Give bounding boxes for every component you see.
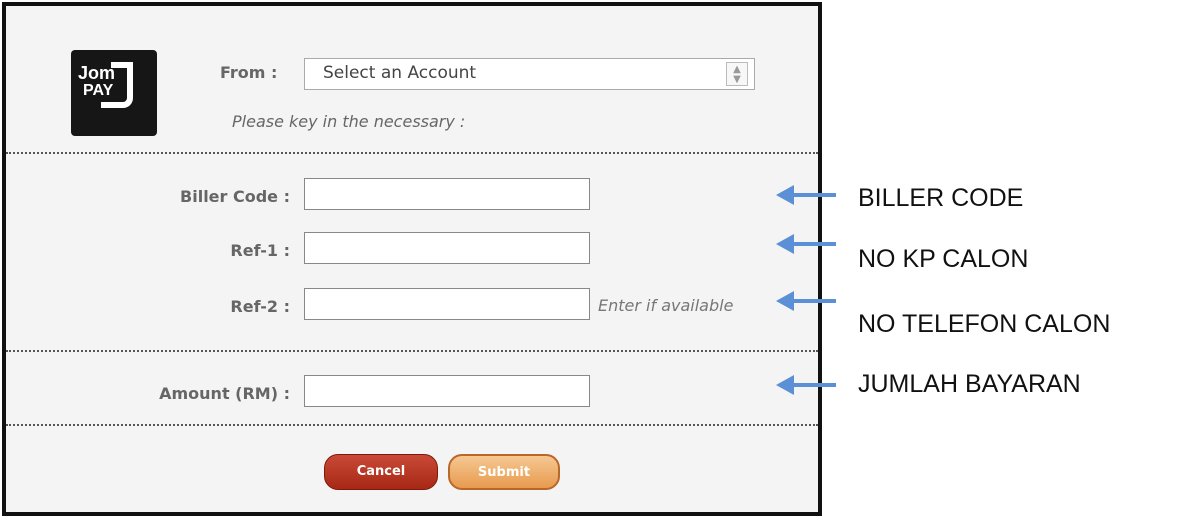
section-divider (6, 424, 818, 426)
annotation-biller-code: BILLER CODE (858, 184, 1024, 212)
biller-code-input[interactable] (304, 178, 590, 210)
ref2-hint: Enter if available (598, 296, 734, 315)
ref1-label: Ref-1 : (230, 241, 290, 260)
cancel-button[interactable]: Cancel (324, 454, 438, 490)
section-divider (6, 350, 818, 352)
biller-code-label: Biller Code : (180, 187, 290, 206)
jompay-logo: Jom PAY (71, 50, 157, 136)
arrow-left-icon (776, 185, 836, 205)
annotation-no-kp: NO KP CALON (858, 245, 1029, 273)
annotation-jumlah-bayaran: JUMLAH BAYARAN (858, 370, 1081, 398)
account-select-value: Select an Account (323, 63, 477, 83)
arrow-left-icon (776, 291, 836, 311)
account-select[interactable]: Select an Account ▲ ▼ (304, 58, 755, 90)
amount-input[interactable] (304, 375, 590, 407)
ref2-input[interactable] (304, 288, 590, 320)
payment-form-panel: Jom PAY From : Select an Account ▲ ▼ Plea… (2, 2, 822, 516)
from-label: From : (220, 63, 278, 82)
arrow-left-icon (776, 375, 836, 395)
ref2-label: Ref-2 : (230, 297, 290, 316)
select-updown-icon: ▲ ▼ (726, 62, 748, 86)
logo-text-pay: PAY (83, 82, 114, 99)
arrow-left-icon (776, 234, 836, 254)
logo-text-jom: Jom (78, 63, 116, 83)
submit-button[interactable]: Submit (448, 454, 560, 490)
section-divider (6, 152, 818, 154)
amount-label: Amount (RM) : (159, 384, 290, 403)
ref1-input[interactable] (304, 232, 590, 264)
annotation-no-telefon: NO TELEFON CALON (858, 310, 1111, 338)
instruction-text: Please key in the necessary : (232, 112, 466, 131)
